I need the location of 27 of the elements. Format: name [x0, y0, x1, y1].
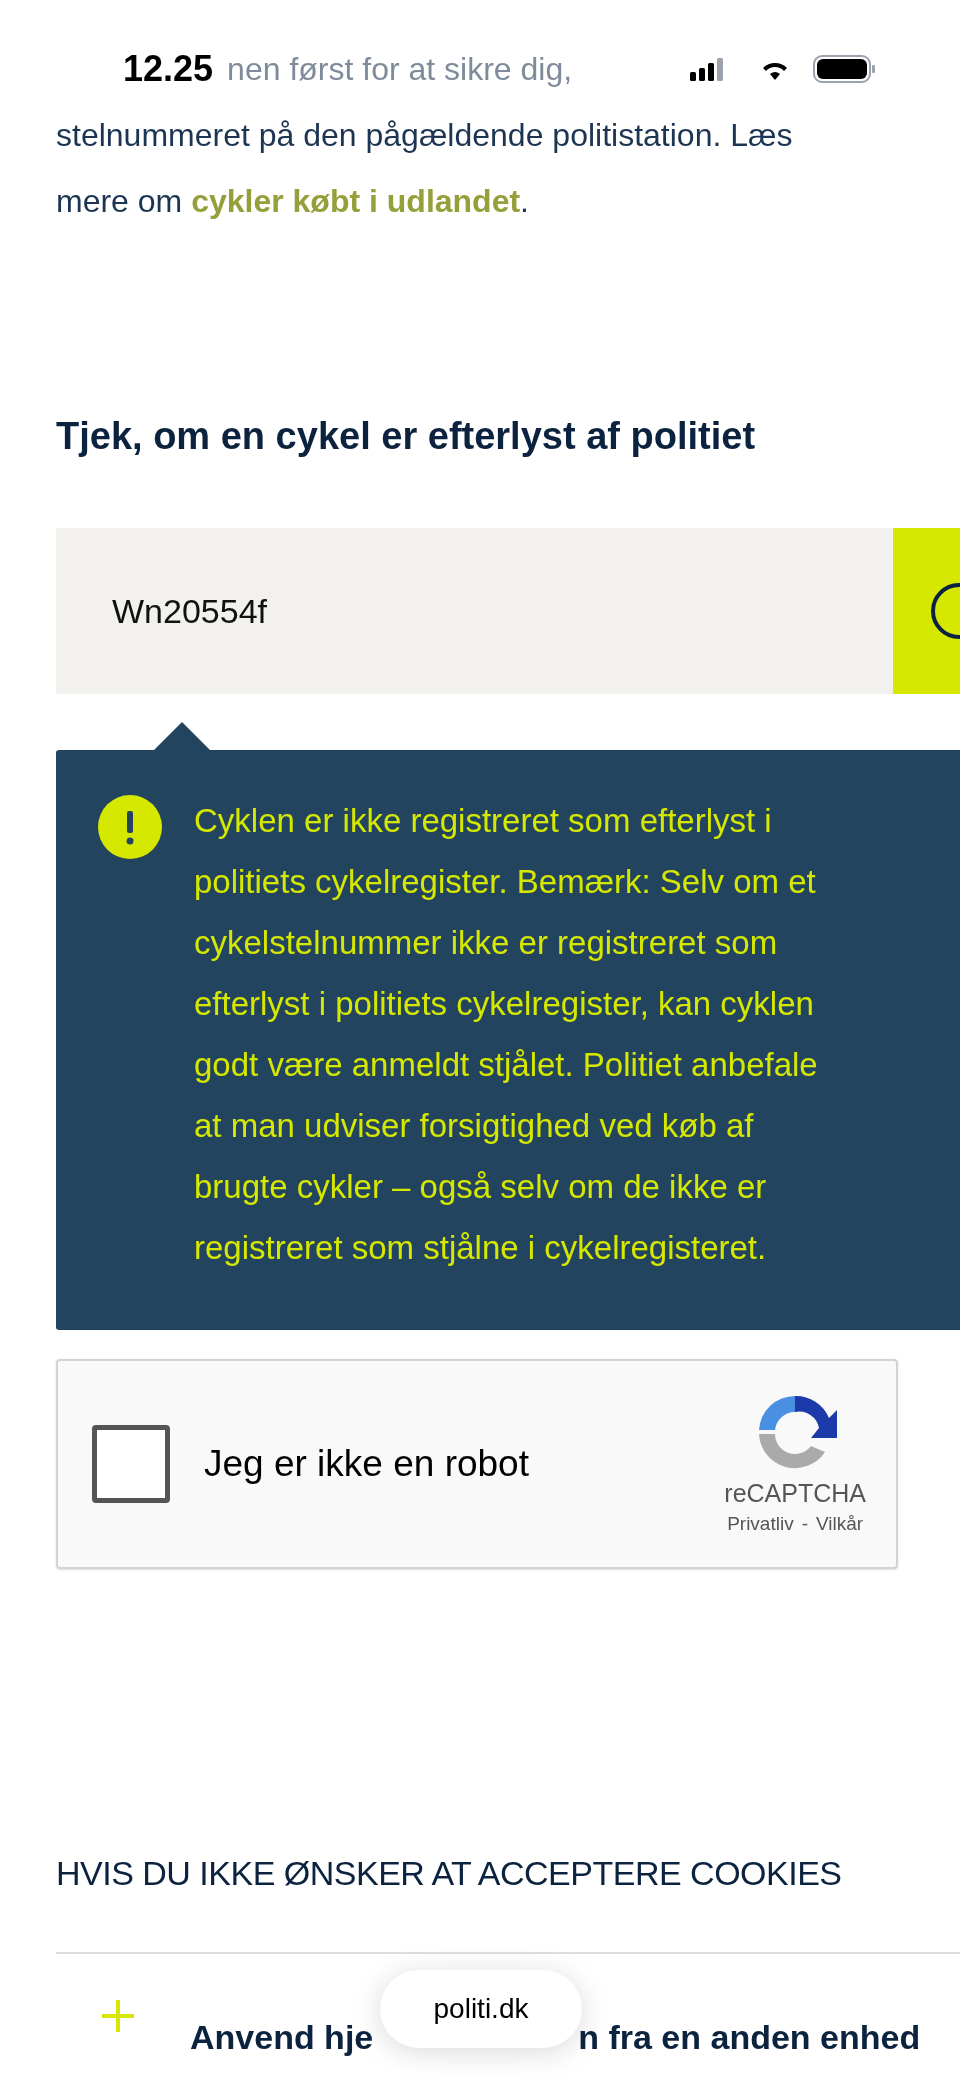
warning-icon: [98, 795, 162, 859]
recaptcha-checkbox[interactable]: [92, 1425, 170, 1503]
battery-icon: [813, 55, 877, 83]
section-heading: Tjek, om en cykel er efterlyst af politiet: [56, 414, 757, 459]
status-time: 12.25: [123, 51, 214, 87]
search-field[interactable]: Wn20554f: [56, 528, 893, 694]
paragraph-line: stelnummeret på den pågældende politistation. Læs: [56, 116, 794, 155]
alert-text-line: cykelstelnummer ikke er registreret som: [194, 923, 779, 963]
alert-text-line: registreret som stjålne i cykelregisteret.: [194, 1228, 768, 1268]
paragraph-line: mere om: [56, 182, 184, 221]
plus-icon: [102, 2000, 134, 2032]
alert-text-line: politiets cykelregister. Bemærk: Selv om et: [194, 862, 817, 902]
cookies-heading: HVIS DU IKKE ØNSKER AT ACCEPTERE COOKIES: [56, 1853, 842, 1894]
alert-text-line: Cyklen er ikke registreret som efterlyst i: [194, 801, 773, 841]
recaptcha-label: Jeg er ikke en robot: [204, 1442, 530, 1487]
terms-link[interactable]: Vilkår: [816, 1509, 864, 1539]
period-text: .: [520, 182, 529, 221]
recaptcha-brand: reCAPTCHA: [724, 1477, 866, 1509]
privacy-link[interactable]: Privatliv: [727, 1509, 794, 1539]
paragraph-fragment: nen først for at sikre dig,: [227, 50, 573, 89]
accordion-label-start: Anvend hje: [190, 2017, 374, 2058]
alert-text-line: at man udviser forsigtighed ved køb af: [194, 1106, 755, 1146]
signal-icon: [690, 57, 726, 81]
alert-text-line: godt være anmeldt stjålet. Politiet anbefale: [194, 1045, 818, 1085]
alert-text-line: brugte cykler – også selv om de ikke er: [194, 1167, 768, 1207]
alert-text-line: efterlyst i politiets cykelregister, kan cyklen: [194, 984, 815, 1024]
separator-text: -: [801, 1511, 808, 1536]
